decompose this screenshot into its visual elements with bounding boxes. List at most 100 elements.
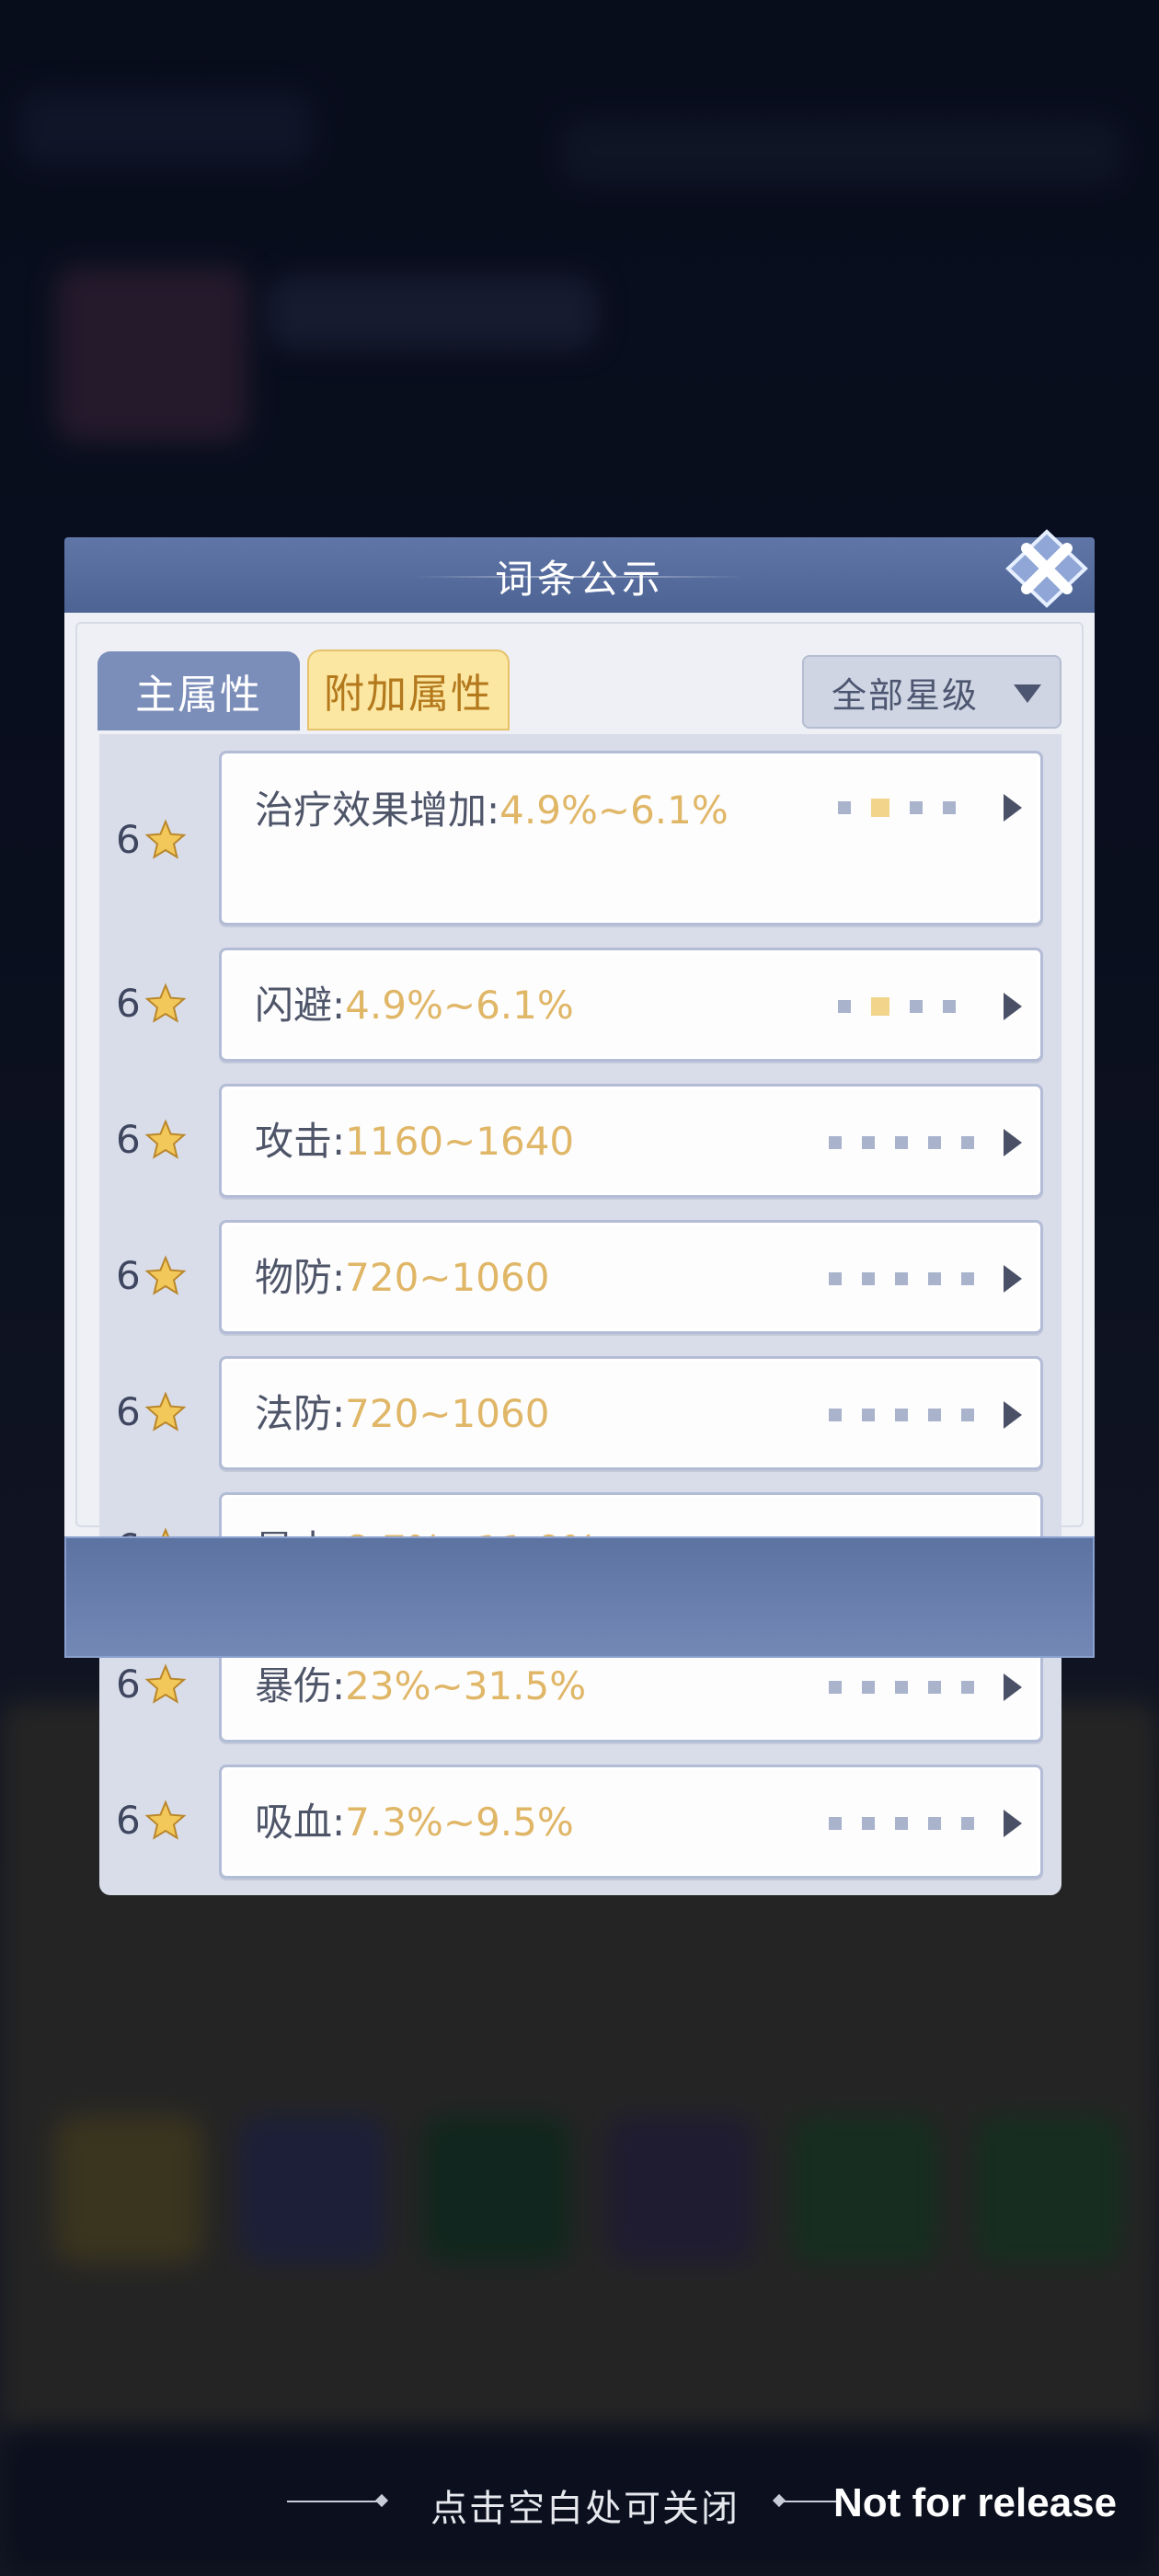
- tier-dot: [862, 1136, 875, 1149]
- affix-card[interactable]: 吸血:7.3%~9.5%: [219, 1765, 1043, 1879]
- tier-dot: [895, 1136, 908, 1149]
- tier-dot: [928, 1681, 941, 1694]
- affix-name: 攻击: [255, 1119, 333, 1164]
- play-arrow-icon[interactable]: [1002, 1808, 1024, 1839]
- affix-value: 4.9%~6.1%: [345, 983, 574, 1028]
- star-level-number: 6: [116, 1117, 141, 1162]
- affix-name: 治疗效果增加: [255, 788, 488, 833]
- affix-dialog: 词条公示 主属性 附加属性 全部星级 6 治疗效果增加:4.9%~6.1% 6 闪避:…: [64, 529, 1095, 2041]
- tier-dots: [829, 1817, 974, 1830]
- tier-dots: [829, 1681, 974, 1694]
- tier-dot: [838, 801, 851, 814]
- affix-name: 法防: [255, 1391, 333, 1436]
- play-arrow-icon[interactable]: [1002, 1127, 1024, 1158]
- tier-dot: [895, 1817, 908, 1830]
- affix-row: 6 物防:720~1060: [99, 1220, 1061, 1334]
- affix-card[interactable]: 物防:720~1060: [219, 1220, 1043, 1334]
- tier-dot: [928, 1272, 941, 1285]
- tier-dot: [961, 1272, 974, 1285]
- tier-dot: [961, 1409, 974, 1421]
- affix-separator: :: [332, 983, 346, 1028]
- star-icon: [144, 1390, 187, 1432]
- star-level: 6: [116, 817, 187, 862]
- affix-row: 6 治疗效果增加:4.9%~6.1%: [99, 751, 1061, 926]
- triangle-down-icon: [1014, 684, 1041, 703]
- tier-dot: [895, 1681, 908, 1694]
- affix-separator: :: [332, 1391, 346, 1436]
- close-button[interactable]: [1001, 526, 1093, 611]
- play-arrow-icon[interactable]: [1002, 991, 1024, 1022]
- tier-dot: [862, 1817, 875, 1830]
- affix-text: 暴伤:23%~31.5%: [255, 1657, 770, 1716]
- affix-separator: :: [332, 1119, 346, 1164]
- tier-dots: [838, 799, 956, 817]
- tier-dot: [961, 1817, 974, 1830]
- hint-divider-right: [782, 2501, 837, 2502]
- tier-dot: [961, 1681, 974, 1694]
- affix-separator: :: [332, 1800, 346, 1845]
- affix-list[interactable]: 6 治疗效果增加:4.9%~6.1% 6 闪避:4.9%~6.1% 6 攻击:1160~1…: [99, 734, 1061, 1895]
- affix-text: 法防:720~1060: [255, 1385, 770, 1443]
- star-icon: [144, 982, 187, 1023]
- star-level: 6: [116, 1798, 187, 1843]
- affix-text: 闪避:4.9%~6.1%: [255, 976, 770, 1035]
- tier-dots: [829, 1136, 974, 1149]
- tier-dot: [829, 1817, 842, 1830]
- tier-dot: [862, 1272, 875, 1285]
- star-icon: [144, 1118, 187, 1159]
- tier-dot: [895, 1272, 908, 1285]
- affix-row: 6 吸血:7.3%~9.5%: [99, 1765, 1061, 1879]
- affix-name: 吸血: [255, 1800, 333, 1845]
- affix-row: 6 闪避:4.9%~6.1%: [99, 948, 1061, 1062]
- affix-value: 1160~1640: [345, 1119, 575, 1164]
- hint-diamond-left-icon: [374, 2493, 389, 2508]
- star-level: 6: [116, 981, 187, 1026]
- dialog-header: 词条公示: [64, 537, 1095, 613]
- star-icon: [144, 1799, 187, 1840]
- affix-name: 暴伤: [255, 1663, 333, 1708]
- watermark: Not for release: [833, 2480, 1118, 2525]
- star-level: 6: [116, 1253, 187, 1298]
- tier-dot: [829, 1409, 842, 1421]
- tier-dot: [943, 1000, 956, 1013]
- star-level-number: 6: [116, 1253, 141, 1298]
- tier-dot: [862, 1409, 875, 1421]
- star-icon: [144, 818, 187, 859]
- play-arrow-icon[interactable]: [1002, 1672, 1024, 1703]
- tier-dots: [829, 1272, 974, 1285]
- affix-card[interactable]: 攻击:1160~1640: [219, 1084, 1043, 1198]
- affix-value: 720~1060: [345, 1391, 550, 1436]
- tier-dot: [838, 1000, 851, 1013]
- tab-extra-attributes[interactable]: 附加属性: [307, 650, 510, 730]
- affix-text: 吸血:7.3%~9.5%: [255, 1793, 770, 1852]
- affix-text: 治疗效果增加:4.9%~6.1%: [255, 781, 770, 840]
- star-level-number: 6: [116, 817, 141, 862]
- affix-card[interactable]: 闪避:4.9%~6.1%: [219, 948, 1043, 1062]
- star-filter-label: 全部星级: [832, 674, 980, 716]
- affix-card[interactable]: 治疗效果增加:4.9%~6.1%: [219, 751, 1043, 926]
- affix-separator: :: [332, 1255, 346, 1300]
- tier-dot-active: [871, 799, 889, 817]
- star-filter-dropdown[interactable]: 全部星级: [802, 655, 1061, 729]
- tier-dot: [829, 1272, 842, 1285]
- star-level: 6: [116, 1389, 187, 1434]
- play-arrow-icon[interactable]: [1002, 1263, 1024, 1294]
- star-level-number: 6: [116, 1798, 141, 1843]
- affix-name: 闪避: [255, 983, 333, 1028]
- star-level-number: 6: [116, 1662, 141, 1707]
- star-level-number: 6: [116, 981, 141, 1026]
- dialog-title: 词条公示: [494, 557, 664, 602]
- affix-text: 攻击:1160~1640: [255, 1112, 770, 1171]
- tab-main-attributes[interactable]: 主属性: [98, 651, 300, 730]
- affix-value: 7.3%~9.5%: [345, 1800, 574, 1845]
- affix-value: 720~1060: [345, 1255, 550, 1300]
- dialog-footer: [64, 1536, 1095, 1658]
- tier-dot: [943, 801, 956, 814]
- tier-dot-active: [871, 997, 889, 1016]
- tier-dot: [829, 1136, 842, 1149]
- tier-dots: [829, 1409, 974, 1421]
- affix-card[interactable]: 法防:720~1060: [219, 1356, 1043, 1470]
- play-arrow-icon[interactable]: [1002, 792, 1024, 823]
- affix-value: 4.9%~6.1%: [499, 788, 729, 833]
- play-arrow-icon[interactable]: [1002, 1399, 1024, 1431]
